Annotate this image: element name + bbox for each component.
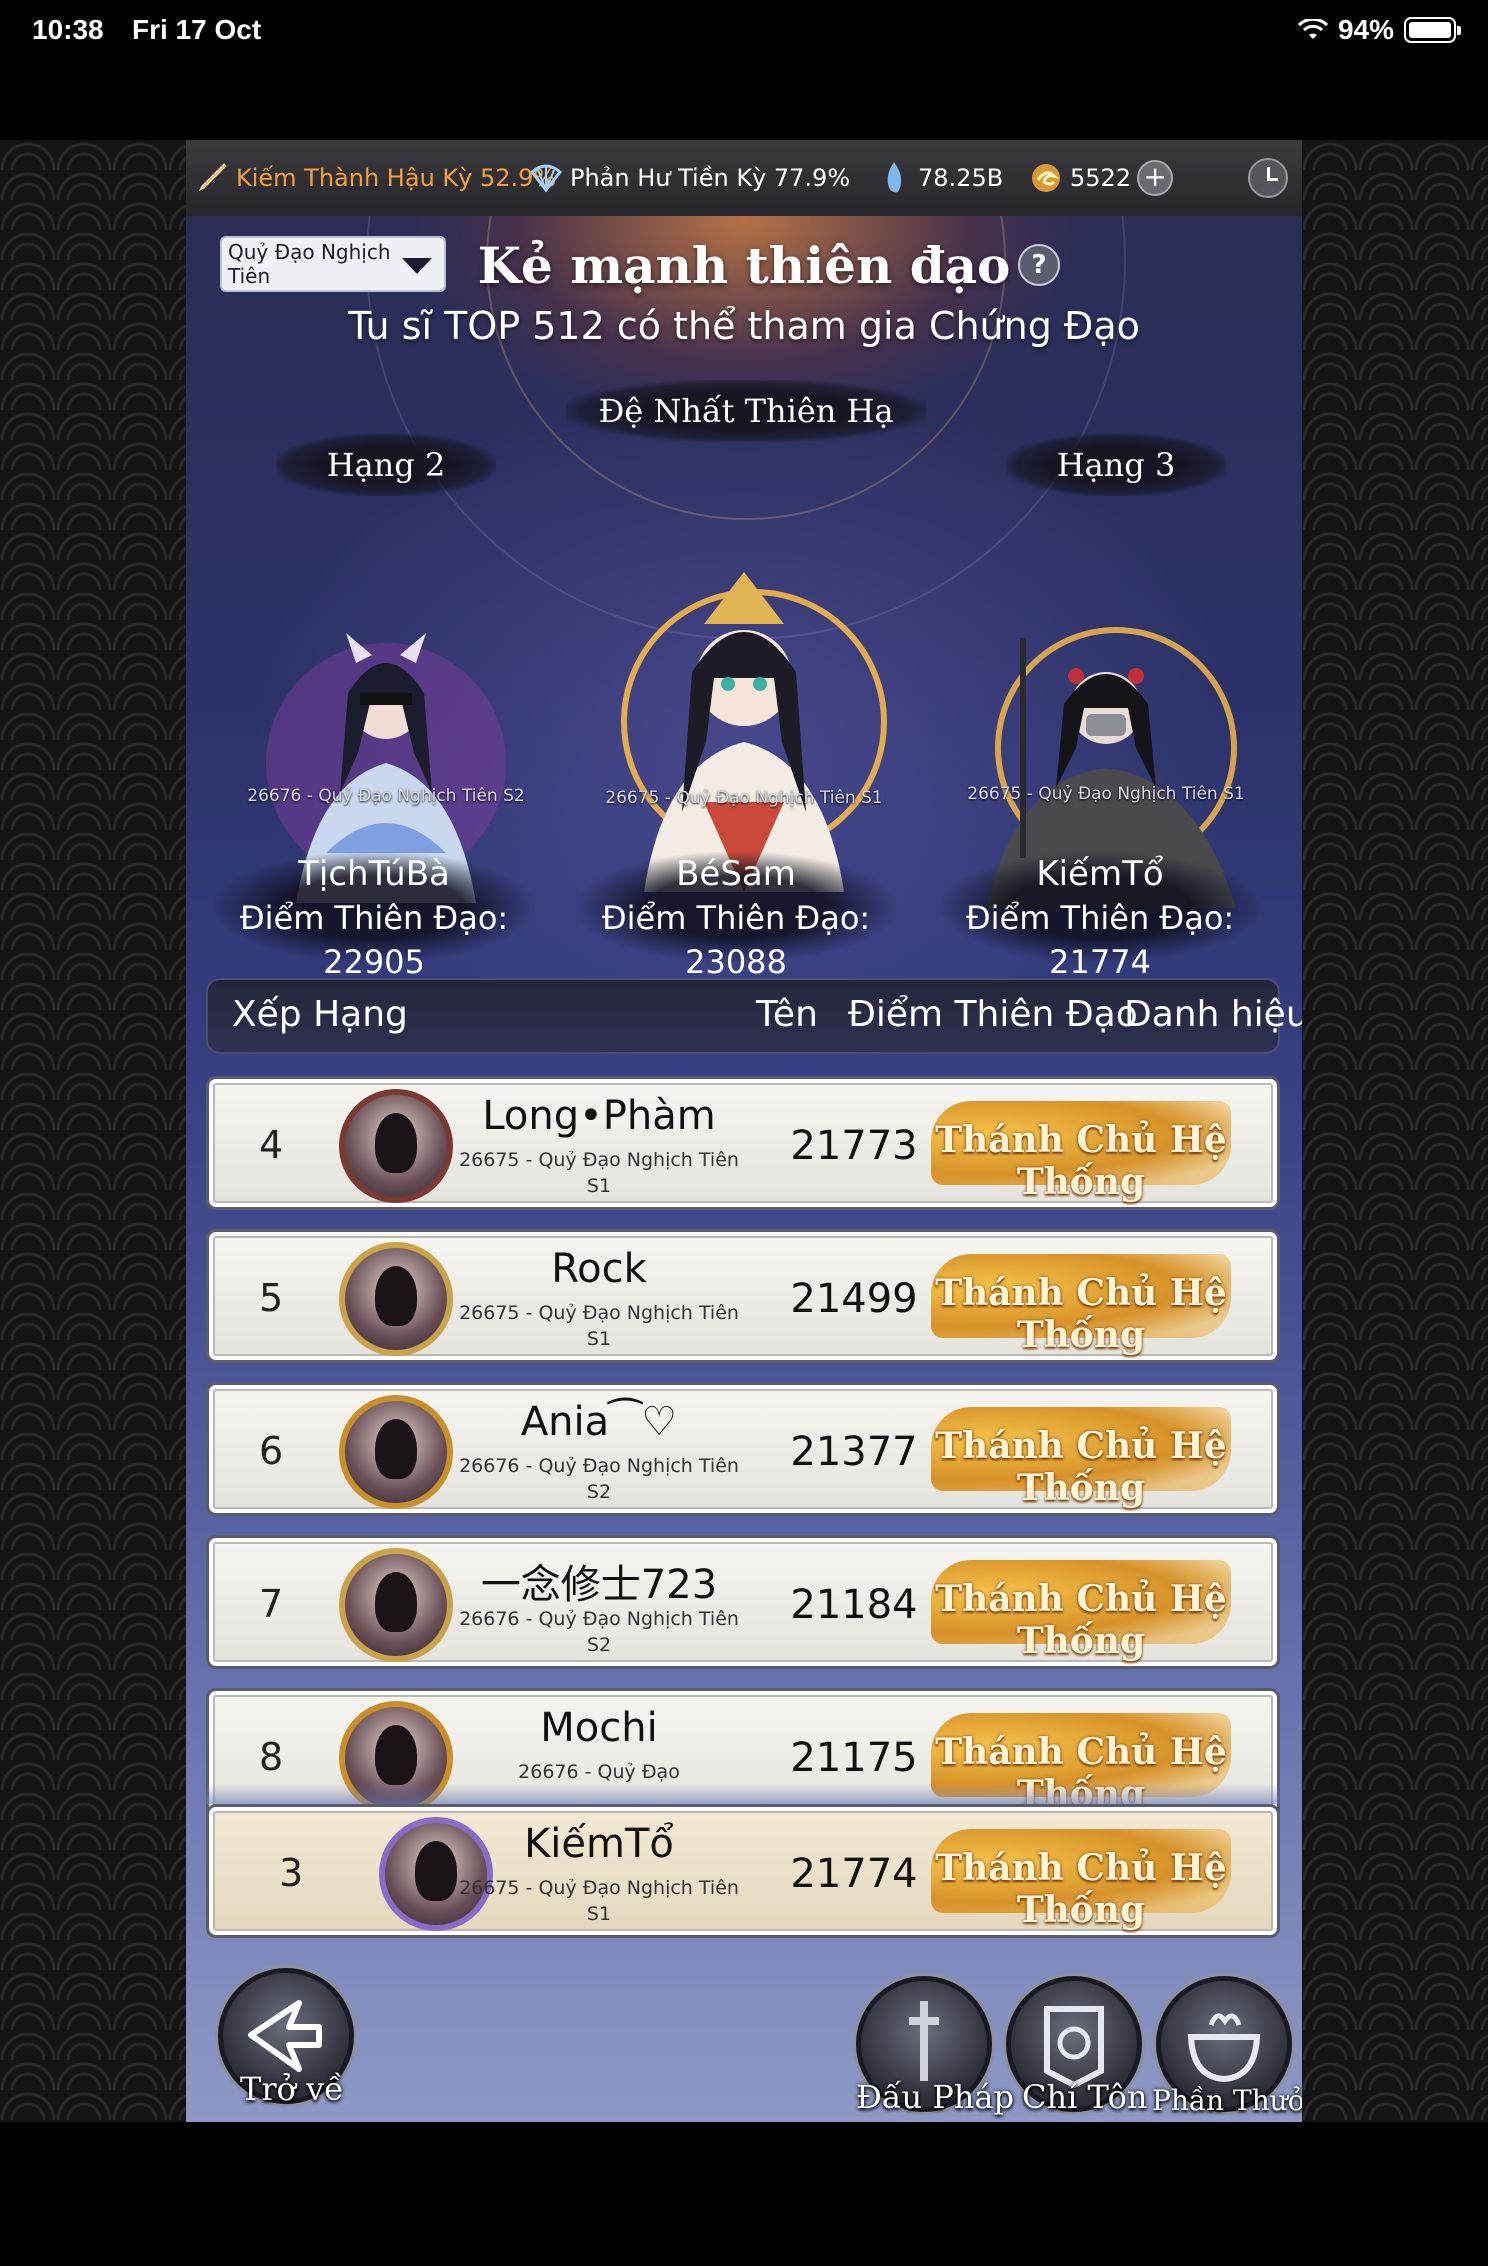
col-score: Điểm Thiên Đạo: [848, 994, 1138, 1035]
podium-3-score: Điểm Thiên Đạo: 21774: [965, 899, 1235, 981]
avatar[interactable]: [339, 1089, 453, 1203]
resource-bar: Kiếm Thành Hậu Kỳ 52.9% Phản Hư Tiền Kỳ …: [186, 140, 1302, 216]
ranking-table-header: Xếp Hạng Tên Điểm Thiên Đạo Danh hiệu Th…: [206, 978, 1302, 1054]
hero-1-server: 26675 - Quỷ Đạo Nghịch Tiên S1: [605, 788, 883, 808]
row-name: Ania⁀♡: [520, 1399, 678, 1445]
row-score: 21499: [790, 1276, 918, 1322]
title-badge: Thánh Chủ Hệ Thống: [931, 1829, 1231, 1931]
podium-3-name: KiếmTổ: [1036, 854, 1164, 894]
hero-rank-3[interactable]: 26675 - Quỷ Đạo Nghịch Tiên S1: [946, 520, 1266, 908]
row-name: Rock: [551, 1246, 647, 1292]
sword-icon: [198, 163, 227, 192]
realm-sword: Kiếm Thành Hậu Kỳ 52.9%: [194, 140, 556, 216]
podium-2-score: Điểm Thiên Đạo: 22905: [239, 899, 509, 981]
duel-label: Đấu Pháp: [856, 2078, 1014, 2116]
podium-2-name: TịchTúBà: [298, 854, 450, 894]
row-score: 21175: [790, 1735, 918, 1781]
realm-fan: Phản Hư Tiền Kỳ 77.9%: [528, 140, 850, 216]
title-badge: Thánh Chủ Hệ Thống: [931, 1101, 1231, 1203]
row-name: Long•Phàm: [482, 1093, 716, 1139]
col-name: Tên: [756, 994, 818, 1035]
first-place-label: Đệ Nhất Thiên Hạ: [566, 380, 926, 442]
table-row[interactable]: 6 Ania⁀♡ 26676 - Quỷ Đạo Nghịch Tiên S2 …: [206, 1382, 1280, 1516]
fan-icon: [529, 164, 563, 193]
battery-percent: 94%: [1337, 14, 1394, 45]
row-server: 26676 - Quỷ Đạo: [518, 1761, 680, 1783]
back-label: Trở về: [240, 2070, 344, 2108]
hero-2-server: 26676 - Quỷ Đạo Nghịch Tiên S2: [247, 786, 525, 806]
coin-counter: 5522 +: [1028, 140, 1174, 216]
hero-3-server: 26675 - Quỷ Đạo Nghịch Tiên S1: [967, 784, 1245, 804]
list-fade: [206, 1784, 1280, 1804]
avatar[interactable]: [339, 1242, 453, 1356]
col-title: Danh hiệu Thiên Đạo: [1124, 994, 1302, 1035]
row-score: 21773: [790, 1123, 918, 1169]
podium-1-name: BéSam: [676, 854, 796, 894]
page-title: Kẻ mạnh thiên đạo: [477, 236, 1011, 295]
avatar[interactable]: [339, 1395, 453, 1509]
help-button[interactable]: ?: [1018, 244, 1060, 286]
supreme-label: Chí Tôn: [1022, 2078, 1148, 2116]
hero-rank-2[interactable]: 26676 - Quỷ Đạo Nghịch Tiên S2: [226, 510, 546, 903]
page-subtitle: Tu sĩ TOP 512 có thể tham gia Chứng Đạo: [348, 304, 1140, 348]
side-pattern-right: [1302, 140, 1488, 2122]
row-rank: 4: [259, 1123, 284, 1167]
row-server: 26676 - Quỷ Đạo Nghịch Tiên S2: [459, 1455, 739, 1503]
my-rank-row[interactable]: 3 KiếmTổ 26675 - Quỷ Đạo Nghịch Tiên S1 …: [206, 1804, 1280, 1938]
third-place-label: Hạng 3: [1006, 434, 1226, 496]
table-row[interactable]: 5 Rock 26675 - Quỷ Đạo Nghịch Tiên S1 21…: [206, 1229, 1280, 1363]
col-rank: Xếp Hạng: [232, 994, 408, 1035]
podium-rank-1: BéSam Điểm Thiên Đạo: 23088: [556, 852, 916, 981]
coin-icon: [1032, 164, 1060, 192]
podium-rank-2: TịchTúBà Điểm Thiên Đạo: 22905: [194, 852, 554, 981]
game-screen: Kiếm Thành Hậu Kỳ 52.9% Phản Hư Tiền Kỳ …: [186, 140, 1302, 2122]
row-rank: 3: [279, 1851, 304, 1895]
row-score: 21377: [790, 1429, 918, 1475]
reward-label: Phần Thưởng: [1152, 2084, 1302, 2117]
row-server: 26675 - Quỷ Đạo Nghịch Tiên S1: [459, 1877, 739, 1925]
podium-1-score: Điểm Thiên Đạo: 23088: [601, 899, 871, 981]
row-rank: 7: [259, 1582, 284, 1626]
second-place-label: Hạng 2: [276, 434, 496, 496]
row-rank: 5: [259, 1276, 284, 1320]
row-name: KiếmTổ: [524, 1821, 674, 1867]
table-row[interactable]: 7 一念修士723 26676 - Quỷ Đạo Nghịch Tiên S2…: [206, 1535, 1280, 1669]
add-coin-button[interactable]: +: [1137, 160, 1174, 196]
row-score: 21184: [790, 1582, 918, 1628]
row-rank: 8: [259, 1735, 284, 1779]
row-server: 26675 - Quỷ Đạo Nghịch Tiên S1: [459, 1302, 739, 1350]
title-badge: Thánh Chủ Hệ Thống: [931, 1560, 1231, 1662]
row-score: 21774: [790, 1851, 918, 1897]
hero-rank-1[interactable]: 26675 - Quỷ Đạo Nghịch Tiên S1: [584, 484, 904, 892]
podium-rank-3: KiếmTổ Điểm Thiên Đạo: 21774: [920, 852, 1280, 981]
crystal-icon: [887, 162, 902, 193]
row-server: 26675 - Quỷ Đạo Nghịch Tiên S1: [459, 1149, 739, 1197]
side-pattern-left: [0, 140, 186, 2122]
row-rank: 6: [259, 1429, 284, 1473]
title-badge: Thánh Chủ Hệ Thống: [931, 1254, 1231, 1356]
battery-icon: [1404, 17, 1461, 43]
row-name: 一念修士723: [480, 1562, 718, 1608]
crystal-counter: 78.25B: [876, 140, 1003, 216]
status-date: Fri 17 Oct: [132, 14, 262, 45]
wifi-icon: [1297, 19, 1328, 39]
title-badge: Thánh Chủ Hệ Thống: [931, 1407, 1231, 1509]
status-bar: 10:38 Fri 17 Oct 94%: [0, 0, 1488, 64]
clock-icon[interactable]: [1248, 158, 1288, 198]
row-server: 26676 - Quỷ Đạo Nghịch Tiên S2: [459, 1608, 739, 1656]
row-name: Mochi: [540, 1705, 658, 1751]
avatar[interactable]: [339, 1548, 453, 1662]
status-time: 10:38: [32, 14, 104, 45]
table-row[interactable]: 4 Long•Phàm 26675 - Quỷ Đạo Nghịch Tiên …: [206, 1076, 1280, 1210]
